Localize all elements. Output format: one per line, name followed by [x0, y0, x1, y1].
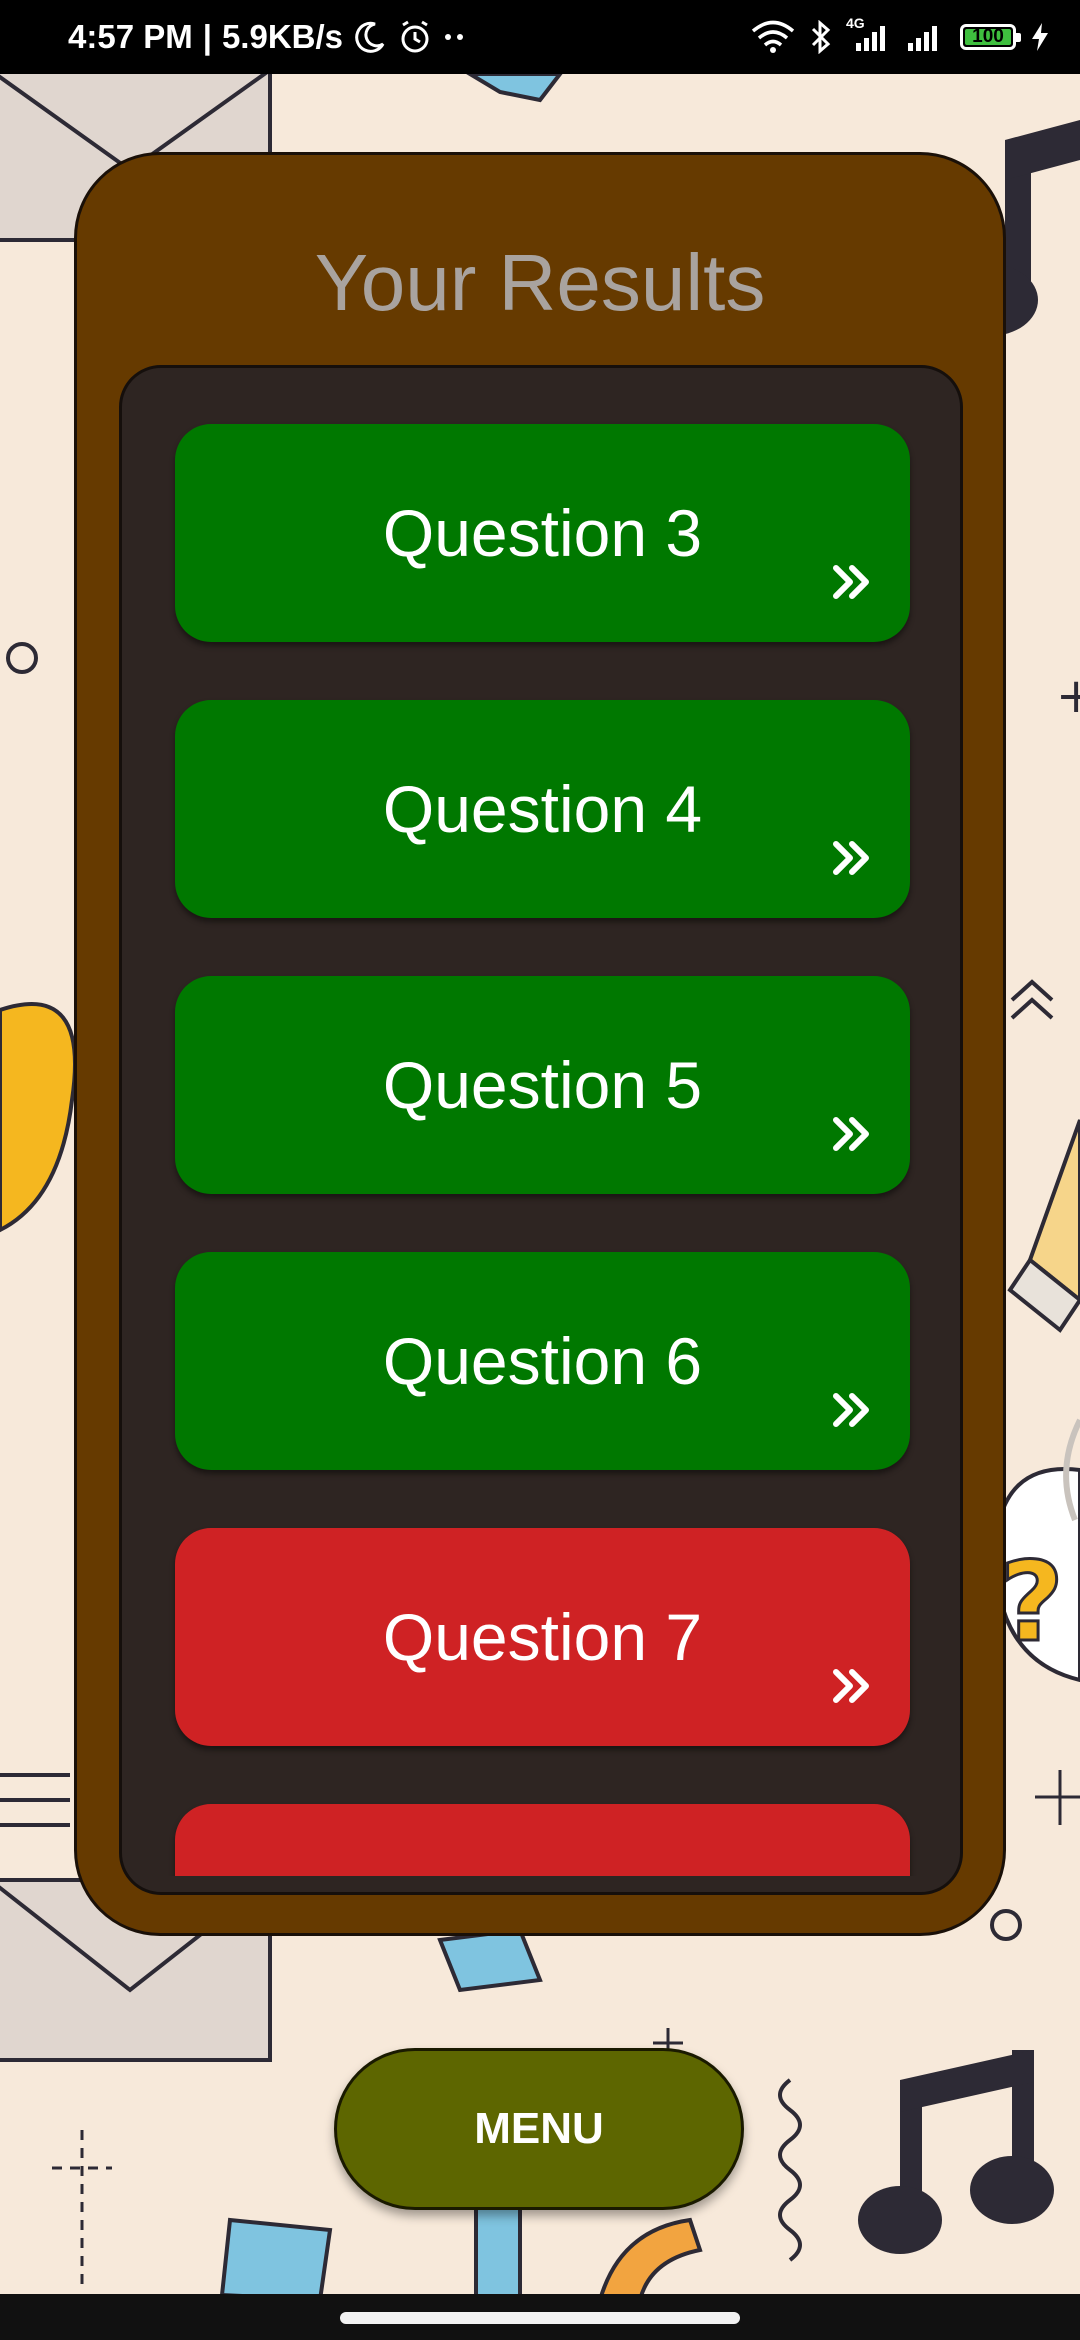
blue-bar-doodle [474, 2198, 522, 2302]
battery-level: 100 [972, 26, 1004, 47]
question-label: Question 4 [382, 772, 703, 846]
home-gesture-handle[interactable] [340, 2312, 740, 2324]
question-button-3[interactable]: Question 3 [175, 424, 910, 642]
question-mark-doodle: ? [1000, 1538, 1064, 1666]
status-bar-left: 4:57 PM | 5.9KB/s [68, 0, 467, 74]
double-chevron-right-icon [833, 1117, 869, 1151]
question-list[interactable]: Question 3 Question 4 Question 5 Questio… [122, 368, 960, 1876]
charging-icon [1030, 21, 1050, 53]
menu-button[interactable]: MENU [334, 2048, 744, 2210]
status-speed: 5.9KB/s [221, 18, 344, 55]
wifi-icon [750, 20, 796, 54]
question-button-5[interactable]: Question 5 [175, 976, 910, 1194]
question-label: Question 7 [382, 1600, 703, 1674]
double-chevron-right-icon [833, 565, 869, 599]
alarm-icon [397, 19, 433, 55]
question-button-6[interactable]: Question 6 [175, 1252, 910, 1470]
moon-icon [353, 20, 387, 54]
status-time: 4:57 PM [68, 18, 193, 55]
results-title: Your Results [314, 238, 766, 327]
double-chevron-right-icon [833, 841, 869, 875]
question-label: Question 3 [382, 496, 703, 570]
results-card: Your Results Question 3 Question 4 Quest… [74, 152, 1006, 1936]
question-label: Question 5 [382, 1048, 703, 1122]
double-chevron-right-icon [833, 1393, 869, 1427]
menu-button-label: MENU [474, 2104, 604, 2153]
battery-icon: 100 [960, 24, 1021, 50]
signal-icon-2 [906, 21, 946, 53]
status-bar-right: 4G 100 [750, 0, 1050, 74]
plus-doodle: + [1056, 668, 1080, 724]
network-type-label: 4G [846, 15, 865, 31]
bluetooth-icon [810, 20, 832, 54]
question-button-4[interactable]: Question 4 [175, 700, 910, 918]
navigation-bar [0, 2294, 1080, 2340]
results-panel: Question 3 Question 4 Question 5 Questio… [119, 365, 963, 1895]
question-label: Question 6 [382, 1324, 703, 1398]
status-bar: 4:57 PM | 5.9KB/s 4G 100 [0, 0, 1080, 74]
question-button-8-partial[interactable] [175, 1804, 910, 1876]
gear-doodle [437, 1927, 543, 1993]
blue-block-doodle [219, 2217, 333, 2303]
status-separator: | [202, 18, 212, 55]
signal-icon: 4G [846, 15, 892, 53]
more-dots-icon [443, 32, 467, 42]
question-button-7[interactable]: Question 7 [175, 1528, 910, 1746]
double-chevron-right-icon [833, 1669, 869, 1703]
